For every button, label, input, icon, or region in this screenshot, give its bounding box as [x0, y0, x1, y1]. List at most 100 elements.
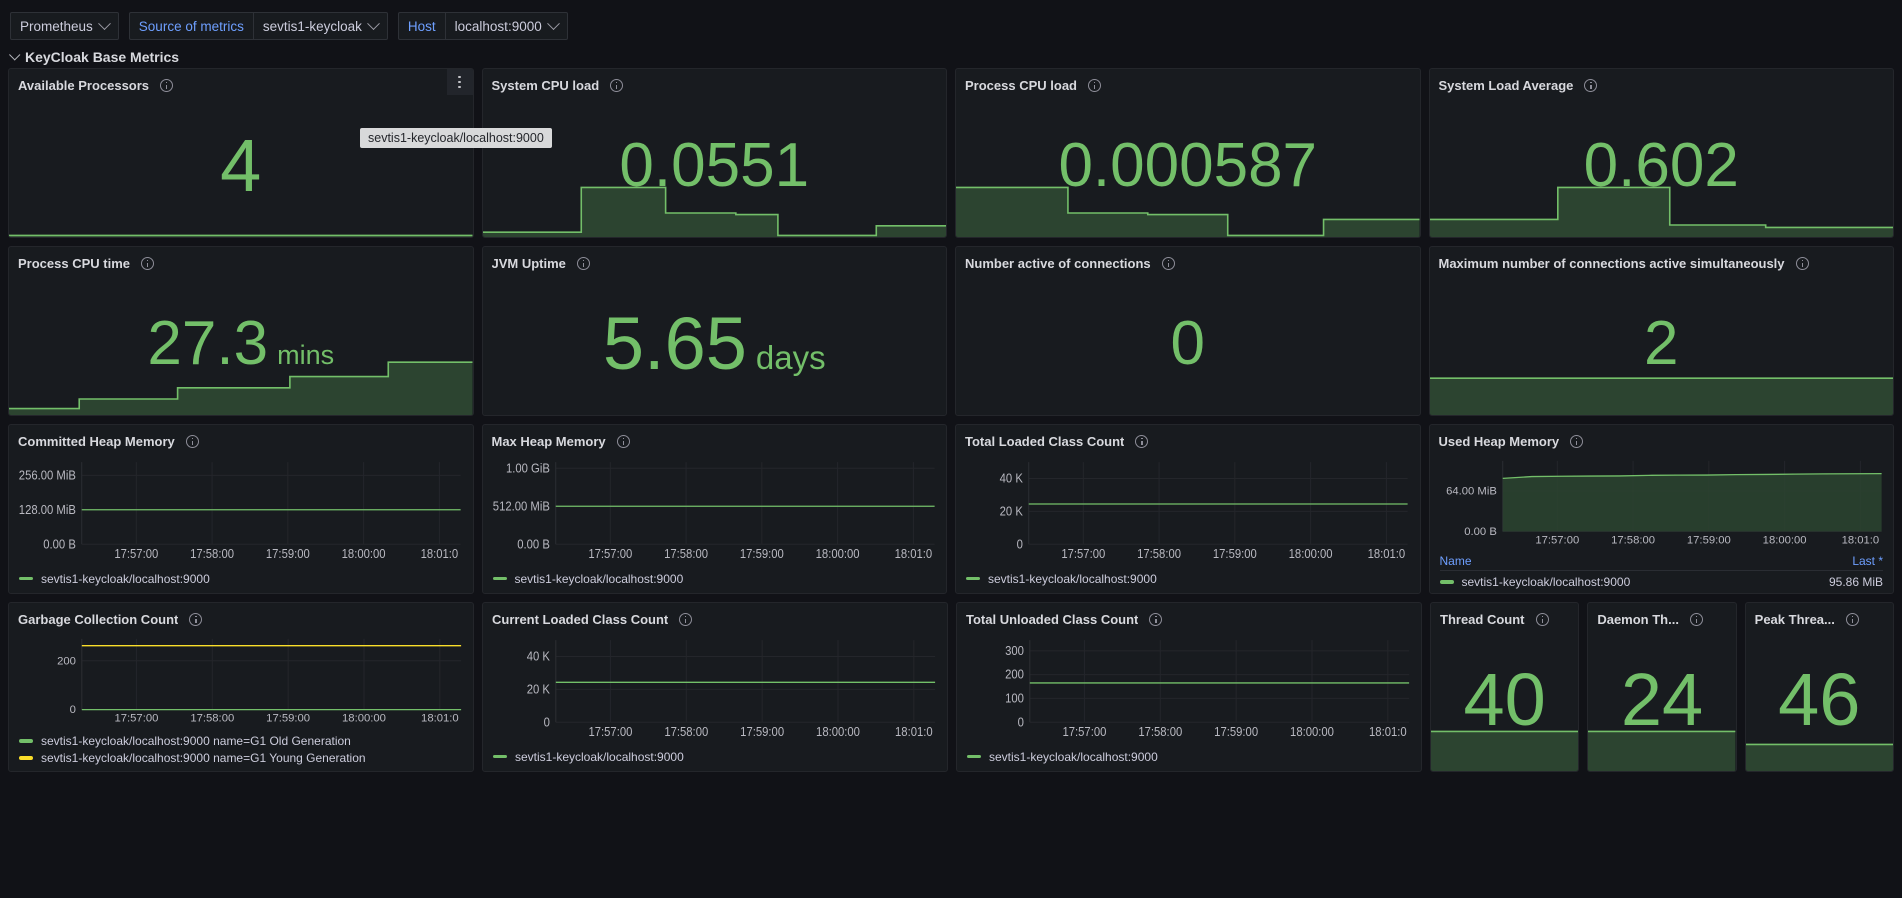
svg-text:100: 100 [1005, 691, 1024, 706]
dot-icon [458, 75, 461, 79]
chart-area: 40 K 20 K 0 17:57:00 17:58:00 17:59:00 18:00:0… [483, 629, 947, 745]
legend-item[interactable]: sevtis1-keycloak/localhost:9000 name=G1 … [19, 732, 463, 749]
stat-number: 46 [1778, 658, 1861, 741]
legend-table-row[interactable]: sevtis1-keycloak/localhost:9000 95.86 MiB [1439, 571, 1883, 591]
legend: sevtis1-keycloak/localhost:9000 name=G1 … [9, 729, 473, 771]
svg-text:40 K: 40 K [1000, 471, 1024, 486]
stat-panel-peak-threa: Peak Threa... 46 [1744, 602, 1894, 772]
svg-text:512.00 MiB: 512.00 MiB [492, 499, 549, 514]
panel-header: Used Heap Memory [1430, 425, 1894, 451]
panel-title: Garbage Collection Count [18, 612, 179, 627]
stat-value: 4 [220, 129, 261, 203]
panel-title: Process CPU time [18, 256, 130, 271]
panel-title: Available Processors [18, 78, 150, 93]
stat-panel-system-cpu-load: System CPU load 0.0551 [481, 68, 947, 238]
legend-item[interactable]: sevtis1-keycloak/localhost:9000 [19, 570, 463, 587]
info-icon [1689, 613, 1703, 626]
panel-title: JVM Uptime [491, 256, 566, 271]
stat-number: 5.65 [602, 302, 747, 385]
stat-value: 0.000587 [1058, 135, 1317, 197]
legend-series-label: sevtis1-keycloak/localhost:9000 name=G1 … [41, 733, 351, 748]
panel-title: Max Heap Memory [491, 434, 606, 449]
panel-row: Process CPU time 27.3 mins JVM Uptime 5.65 da… [6, 246, 1896, 416]
host-label: Host [397, 12, 445, 40]
chart-area: 40 K 20 K 0 17:57:00 17:58:00 17:59:00 18:00:0… [956, 451, 1420, 567]
legend-item[interactable]: sevtis1-keycloak/localhost:9000 [492, 570, 937, 587]
svg-text:17:59:00: 17:59:00 [266, 546, 310, 561]
legend-item[interactable]: sevtis1-keycloak/localhost:9000 name=G1 … [19, 749, 463, 766]
svg-text:128.00 MiB: 128.00 MiB [19, 502, 76, 517]
stat-panel-jvm-uptime: JVM Uptime 5.65 days [481, 246, 947, 416]
svg-text:300: 300 [1005, 643, 1024, 658]
panel-title: Daemon Th... [1597, 612, 1679, 627]
svg-text:0.00 B: 0.00 B [43, 537, 76, 552]
legend-item[interactable]: sevtis1-keycloak/localhost:9000 [966, 570, 1410, 587]
stat-number: 24 [1620, 658, 1704, 741]
timeseries-panel-used-heap-memory: Used Heap Memory 64.00 MiB 0.00 B 17:57:00 1… [1428, 424, 1894, 594]
panel-title: Total Unloaded Class Count [966, 612, 1139, 627]
stat-panel-process-cpu-time: Process CPU time 27.3 mins [8, 246, 474, 416]
legend-item[interactable]: sevtis1-keycloak/localhost:9000 [967, 748, 1411, 765]
stat-panel-number-active-of-connections: Number active of connections 0 [955, 246, 1421, 416]
svg-text:18:00:00: 18:00:00 [342, 712, 386, 724]
source-of-metrics-text: sevtis1-keycloak [262, 18, 362, 34]
stat-unit: days [755, 339, 826, 376]
legend-column-value[interactable]: Last * [1852, 554, 1883, 568]
svg-text:17:59:00: 17:59:00 [739, 546, 783, 561]
stat-body: 0.0551 [482, 95, 946, 237]
panel-title: Number active of connections [965, 256, 1151, 271]
datasource-picker[interactable]: Prometheus [10, 12, 119, 40]
panel-header: Process CPU load [956, 69, 1420, 95]
svg-text:0: 0 [70, 704, 76, 716]
chart-area: 256.00 MiB 128.00 MiB 0.00 B 17:57:00 17:58:… [9, 451, 473, 567]
stat-body: 0.602 [1429, 95, 1893, 237]
panel-title: Used Heap Memory [1438, 434, 1560, 449]
svg-text:17:58:00: 17:58:00 [1611, 534, 1655, 546]
info-icon [1135, 435, 1149, 448]
legend-color-swatch [19, 576, 33, 581]
stat-number: 0.000587 [1058, 131, 1318, 200]
panel-title: System CPU load [491, 78, 600, 93]
svg-text:18:00:00: 18:00:00 [816, 724, 860, 739]
legend-color-swatch [492, 576, 507, 581]
panel-header: Garbage Collection Count [9, 603, 473, 629]
panel-header: Committed Heap Memory [9, 425, 473, 451]
panel-title: Process CPU load [965, 78, 1077, 93]
legend-color-swatch [19, 756, 33, 760]
panel-title: Current Loaded Class Count [492, 612, 669, 627]
thread-panels-group: Thread Count 40 Daemon Th... 24 Peak Threa..… [1430, 602, 1894, 772]
stat-number: 0 [1170, 309, 1205, 378]
info-icon [189, 613, 203, 626]
source-of-metrics-value[interactable]: sevtis1-keycloak [252, 12, 388, 40]
svg-text:17:58:00: 17:58:00 [664, 546, 708, 561]
info-icon [610, 79, 624, 92]
dashboard-row-header[interactable]: KeyCloak Base Metrics [0, 46, 1902, 68]
legend-series-name[interactable]: sevtis1-keycloak/localhost:9000 [1439, 575, 1630, 589]
panel-menu-button[interactable] [446, 69, 473, 95]
info-icon [1088, 79, 1101, 92]
stat-value: 0.602 [1584, 135, 1739, 197]
legend-color-swatch [493, 754, 507, 759]
legend-item[interactable]: sevtis1-keycloak/localhost:9000 [493, 748, 937, 765]
source-of-metrics-variable[interactable]: Source of metrics sevtis1-keycloak [128, 12, 388, 40]
host-variable[interactable]: Host localhost:9000 [397, 12, 568, 40]
info-icon [616, 435, 630, 448]
svg-text:18:01:0: 18:01:0 [894, 546, 932, 561]
svg-text:17:58:00: 17:58:00 [664, 724, 708, 739]
panel-header: Available Processors [9, 69, 473, 95]
chevron-down-icon [367, 16, 380, 30]
panel-header: Maximum number of connections active sim… [1430, 247, 1894, 273]
svg-text:0: 0 [1017, 537, 1023, 552]
stat-panel-process-cpu-load: Process CPU load 0.000587 [955, 68, 1421, 238]
legend-table-header: Name Last * [1439, 551, 1883, 572]
datasource-value[interactable]: Prometheus [10, 12, 119, 40]
timeseries-panel-garbage-collection-count: Garbage Collection Count 200 0 17:57:00 17:5… [8, 602, 474, 772]
host-value[interactable]: localhost:9000 [444, 12, 568, 40]
stat-body: 2 [1429, 273, 1893, 415]
stat-body: 46 [1745, 629, 1893, 771]
legend: sevtis1-keycloak/localhost:9000 [483, 567, 947, 593]
legend-column-name[interactable]: Name [1440, 554, 1472, 568]
panel-header: Total Unloaded Class Count [957, 603, 1421, 629]
legend: sevtis1-keycloak/localhost:9000 [483, 745, 947, 771]
svg-text:0: 0 [1018, 715, 1024, 730]
